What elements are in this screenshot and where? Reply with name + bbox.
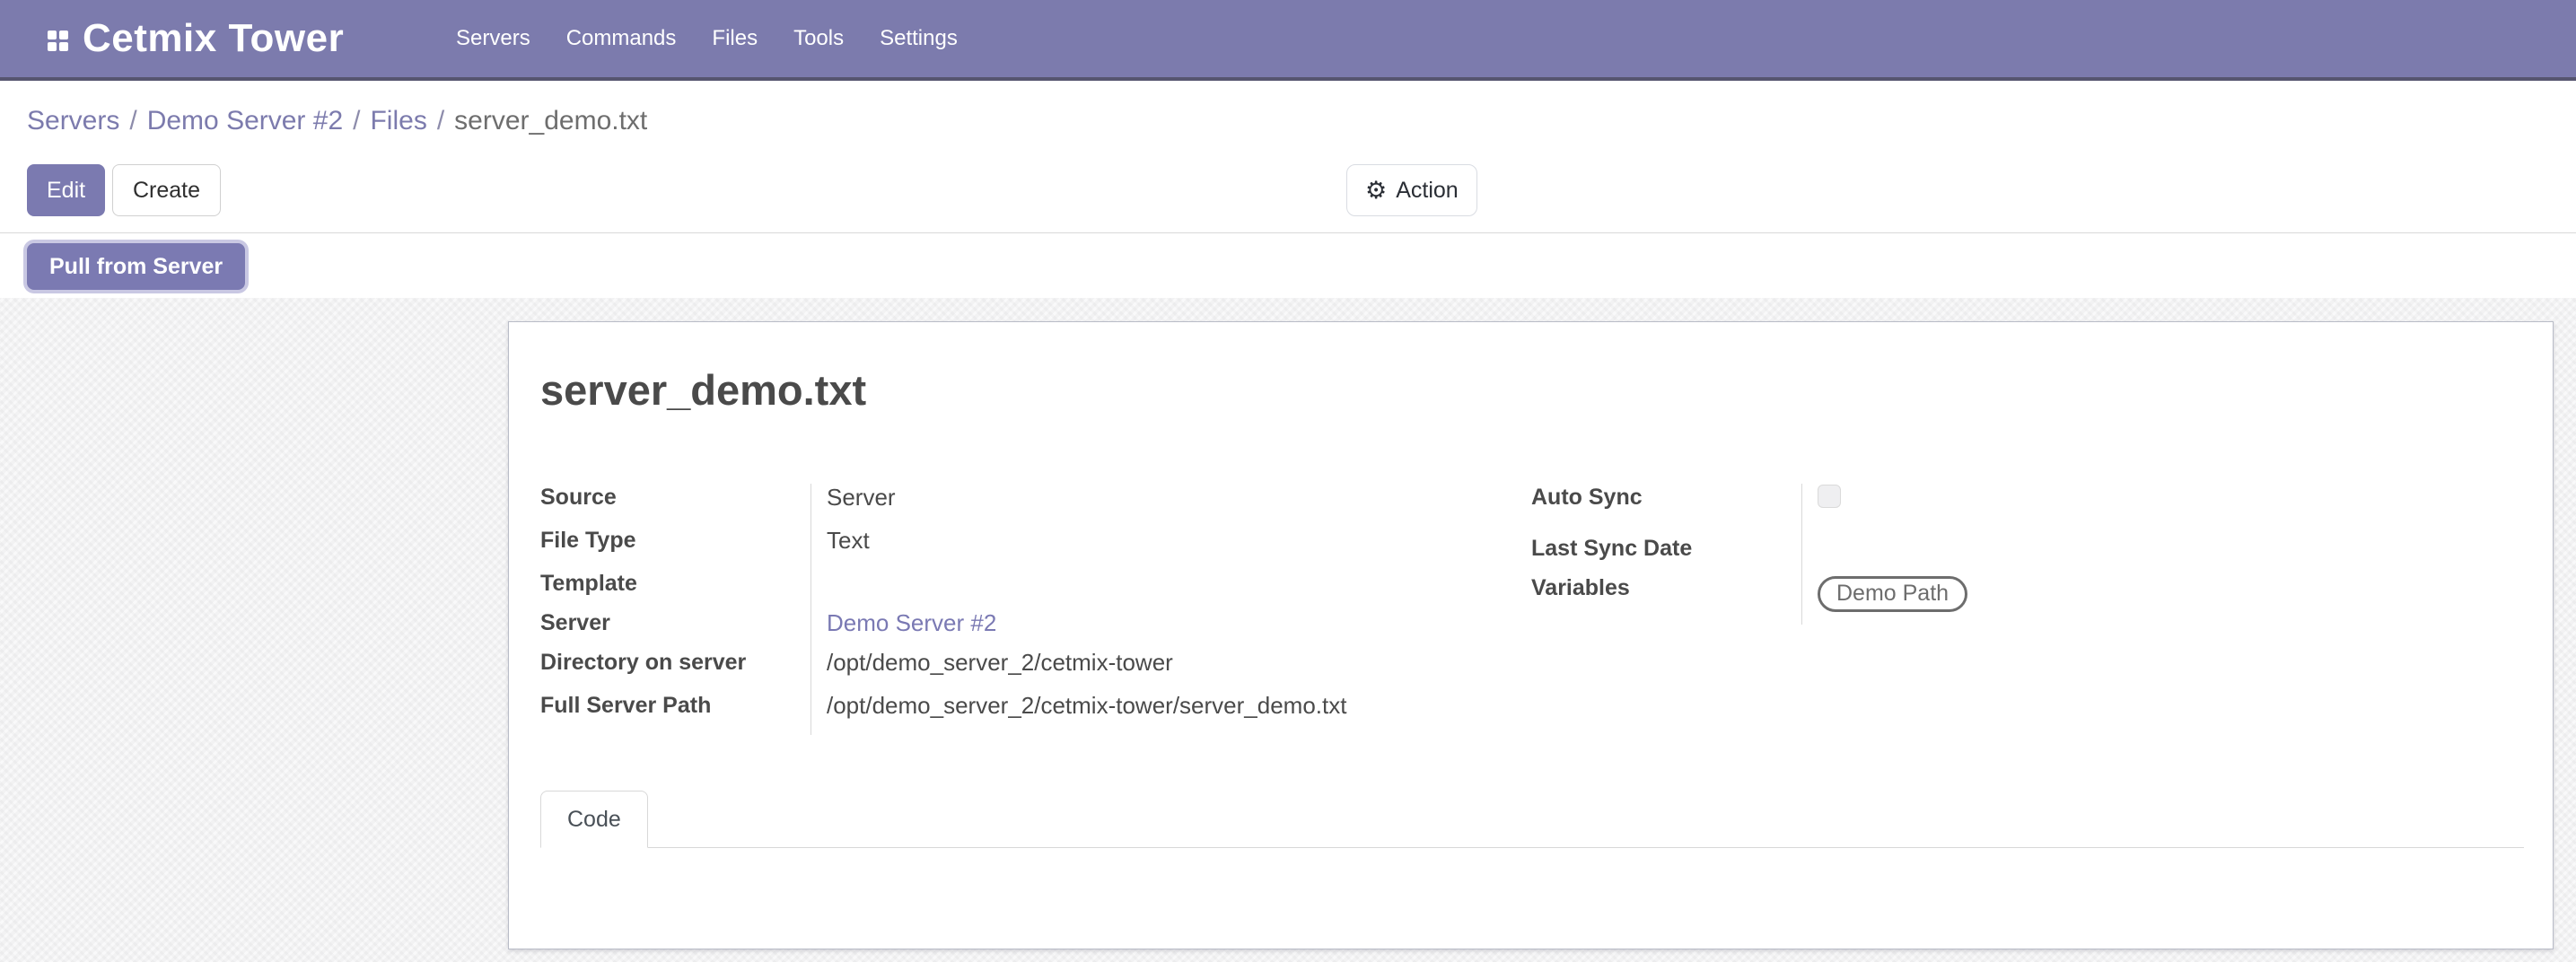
nav-item-commands[interactable]: Commands [566,26,677,51]
field-value-server-cell: Demo Server #2 [810,609,1531,649]
pull-from-server-button[interactable]: Pull from Server [27,243,245,290]
field-row: Last Sync Date [1531,535,2522,574]
field-value-full-server-path: /opt/demo_server_2/cetmix-tower/server_d… [810,692,1531,735]
server-link[interactable]: Demo Server #2 [827,609,996,636]
action-button-label: Action [1396,178,1458,204]
breadcrumb-current: server_demo.txt [454,106,647,136]
field-label-last-sync-date: Last Sync Date [1531,535,1801,562]
cetmix-tower-screen: Cetmix Tower Servers Commands Files Tool… [0,0,2576,962]
field-row: Auto Sync [1531,484,2522,535]
control-panel: Servers/Demo Server #2/Files/server_demo… [0,81,2576,233]
tab-code[interactable]: Code [540,791,648,848]
edit-button[interactable]: Edit [27,164,105,216]
field-group-right: Auto Sync Last Sync Date Variables Demo … [1531,484,2522,625]
field-row: Directory on server /opt/demo_server_2/c… [540,649,1531,692]
breadcrumb-separator: / [343,106,370,136]
breadcrumb-link-servers[interactable]: Servers [27,106,119,136]
field-label-auto-sync: Auto Sync [1531,484,1801,511]
nav-item-servers[interactable]: Servers [456,26,530,51]
field-value-last-sync-date [1801,535,2522,574]
field-value-auto-sync-cell [1801,484,2522,535]
notebook: Code [540,791,2524,848]
field-row: Source Server [540,484,1531,527]
field-row: Server Demo Server #2 [540,609,1531,649]
top-navbar: Cetmix Tower Servers Commands Files Tool… [0,0,2576,81]
form-card: server_demo.txt Source Server File Type … [508,321,2554,949]
apps-grid-icon[interactable] [48,31,69,51]
field-row: File Type Text [540,527,1531,570]
brand-title[interactable]: Cetmix Tower [83,0,344,77]
breadcrumb-link-demo-server-2[interactable]: Demo Server #2 [147,106,343,136]
field-value-directory-on-server: /opt/demo_server_2/cetmix-tower [810,649,1531,692]
auto-sync-checkbox[interactable] [1818,485,1841,508]
field-row: Full Server Path /opt/demo_server_2/cetm… [540,692,1531,735]
field-row: Template [540,570,1531,609]
field-value-template [810,570,1531,609]
field-label-source: Source [540,484,810,511]
field-label-template: Template [540,570,810,597]
field-label-directory-on-server: Directory on server [540,649,810,676]
field-group-left: Source Server File Type Text Template Se… [540,484,1531,735]
action-strip: Pull from Server [0,234,2576,298]
field-label-file-type: File Type [540,527,810,554]
action-button[interactable]: ⚙ Action [1346,164,1477,216]
field-row: Variables Demo Path [1531,574,2522,625]
breadcrumb: Servers/Demo Server #2/Files/server_demo… [27,106,647,136]
breadcrumb-separator: / [119,106,146,136]
gear-icon: ⚙ [1365,179,1387,203]
field-label-full-server-path: Full Server Path [540,692,810,719]
nav-menu: Servers Commands Files Tools Settings [456,0,958,77]
breadcrumb-link-files[interactable]: Files [370,106,426,136]
nav-item-settings[interactable]: Settings [880,26,958,51]
field-value-source: Server [810,484,1531,527]
nav-item-tools[interactable]: Tools [793,26,844,51]
page-title: server_demo.txt [540,365,866,415]
field-value-variables-cell: Demo Path [1801,574,2522,625]
create-button[interactable]: Create [112,164,221,216]
nav-item-files[interactable]: Files [712,26,758,51]
breadcrumb-separator: / [427,106,454,136]
variable-tag-demo-path: Demo Path [1818,576,1967,612]
field-label-server: Server [540,609,810,636]
field-label-variables: Variables [1531,574,1801,601]
field-value-file-type: Text [810,527,1531,570]
notebook-tabs: Code [540,791,2524,848]
